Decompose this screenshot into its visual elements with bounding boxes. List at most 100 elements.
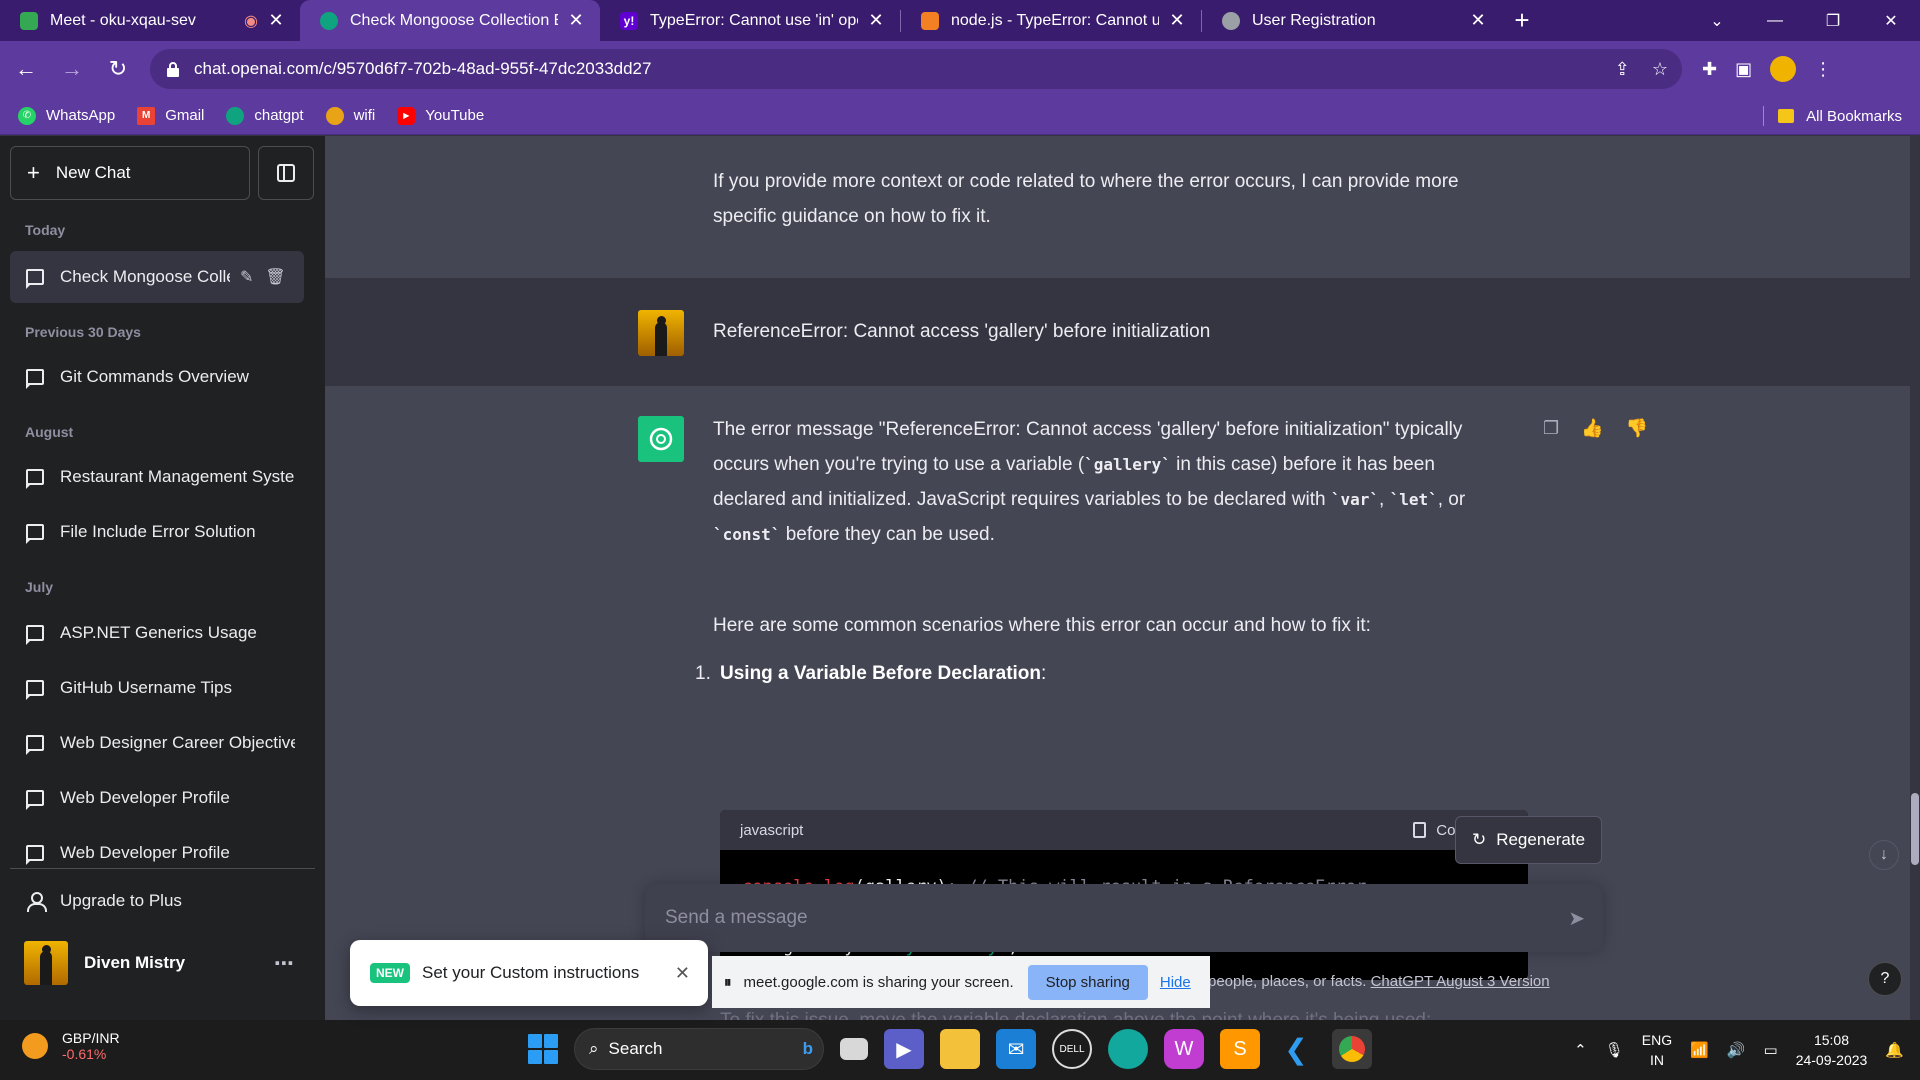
account-menu-button[interactable]: Diven Mistry ⋯ xyxy=(10,932,304,994)
stock-widget[interactable]: GBP/INR -0.61% xyxy=(22,1030,120,1062)
message-input[interactable]: Send a message ➤ xyxy=(645,884,1603,952)
bookmark-gmail[interactable]: M Gmail xyxy=(137,106,204,125)
close-icon[interactable]: ✕ xyxy=(1167,10,1187,31)
tab-title: Meet - oku-xqau-sev xyxy=(50,11,196,29)
sidebar-item-file-include[interactable]: File Include Error Solution xyxy=(10,506,304,558)
sidebar-item-label: ASP.NET Generics Usage xyxy=(60,623,257,642)
bookmark-chatgpt[interactable]: chatgpt xyxy=(226,106,304,125)
mail-icon[interactable]: ✉ xyxy=(996,1029,1036,1069)
version-link[interactable]: ChatGPT August 3 Version xyxy=(1371,973,1550,990)
task-view-icon[interactable] xyxy=(840,1038,868,1060)
windows-start-icon[interactable] xyxy=(528,1034,558,1064)
microphone-icon[interactable]: 🎙 xyxy=(1605,1041,1624,1059)
vscode-icon[interactable]: ❮ xyxy=(1276,1029,1316,1069)
bookmark-youtube[interactable]: ▶ YouTube xyxy=(397,106,484,125)
close-icon[interactable]: ✕ xyxy=(1468,10,1488,31)
close-icon[interactable]: ✕ xyxy=(266,10,286,31)
drag-handle-icon[interactable]: ⏸ xyxy=(724,974,732,991)
clock[interactable]: 15:08 24-09-2023 xyxy=(1796,1030,1868,1070)
sidebar-item-git-commands[interactable]: Git Commands Overview xyxy=(10,351,304,403)
scrollbar-thumb[interactable] xyxy=(1911,793,1919,865)
more-options-icon[interactable]: ⋯ xyxy=(274,951,294,976)
sidebar-item-web-developer-1[interactable]: Web Developer Profile xyxy=(10,772,304,824)
sidebar-item-check-mongoose[interactable]: Check Mongoose Collection Exists ✎ 🗑 xyxy=(10,251,304,303)
side-panel-icon[interactable]: ▣ xyxy=(1735,59,1752,80)
stop-sharing-button[interactable]: Stop sharing xyxy=(1027,964,1148,1000)
answer-paragraph-1: The error message "ReferenceError: Canno… xyxy=(713,412,1503,552)
thumbs-up-icon[interactable]: 👍 xyxy=(1581,418,1603,439)
chrome-icon[interactable] xyxy=(1332,1029,1372,1069)
scroll-down-button[interactable]: ↓ xyxy=(1869,840,1899,870)
bookmark-whatsapp[interactable]: ✆ WhatsApp xyxy=(18,106,115,125)
file-explorer-icon[interactable] xyxy=(940,1029,980,1069)
menu-kebab-icon[interactable]: ⋮ xyxy=(1814,59,1832,80)
close-icon[interactable]: ✕ xyxy=(866,10,886,31)
inline-code: `let` xyxy=(1389,490,1438,509)
battery-icon[interactable]: ▭ xyxy=(1764,1041,1778,1059)
tab-meet[interactable]: Meet - oku-xqau-sev ◉ ✕ xyxy=(0,0,300,41)
dell-icon[interactable]: DELL xyxy=(1052,1029,1092,1069)
forward-icon[interactable]: → xyxy=(52,49,92,89)
regenerate-button[interactable]: ↻ Regenerate xyxy=(1455,816,1602,864)
chatgpt-logo-icon xyxy=(638,416,684,462)
tab-stackoverflow[interactable]: node.js - TypeError: Cannot use 'i ✕ xyxy=(901,0,1201,41)
extensions-icon[interactable]: ✚ xyxy=(1702,59,1717,80)
folder-icon xyxy=(1778,109,1795,123)
thumbs-down-icon[interactable]: 👎 xyxy=(1626,418,1648,439)
group-label-august: August xyxy=(25,424,74,440)
new-badge: NEW xyxy=(370,963,410,983)
tab-search-icon[interactable]: ⌄ xyxy=(1688,0,1746,41)
trash-icon[interactable]: 🗑 xyxy=(265,267,285,287)
tab-title: TypeError: Cannot use 'in' operat xyxy=(650,11,858,29)
notifications-icon[interactable]: 🔔 xyxy=(1885,1041,1904,1059)
inline-code: `var` xyxy=(1330,490,1380,509)
window-close-icon[interactable]: ✕ xyxy=(1862,0,1920,41)
help-button[interactable]: ? xyxy=(1868,962,1902,996)
edit-pencil-icon[interactable]: ✎ xyxy=(240,267,253,287)
copy-clipboard-icon[interactable]: ❐ xyxy=(1543,418,1559,439)
custom-instructions-toast[interactable]: NEW Set your Custom instructions ✕ xyxy=(350,940,708,1006)
code-language: javascript xyxy=(740,821,804,839)
app-w-icon[interactable]: W xyxy=(1164,1029,1204,1069)
search-label: Search xyxy=(608,1039,663,1058)
edge-icon[interactable] xyxy=(1108,1029,1148,1069)
reload-icon[interactable]: ↻ xyxy=(98,49,138,89)
toggle-sidebar-button[interactable] xyxy=(258,146,314,200)
tab-user-registration[interactable]: User Registration ✕ xyxy=(1202,0,1502,41)
bookmark-wifi[interactable]: wifi xyxy=(325,106,375,125)
profile-avatar[interactable] xyxy=(1770,56,1797,82)
volume-icon[interactable]: 🔊 xyxy=(1727,1041,1746,1059)
new-chat-button[interactable]: + New Chat xyxy=(10,146,250,200)
all-bookmarks[interactable]: All Bookmarks xyxy=(1763,97,1902,135)
tab-yahoo[interactable]: y! TypeError: Cannot use 'in' operat ✕ xyxy=(600,0,900,41)
wifi-icon[interactable]: 📶 xyxy=(1690,1041,1709,1059)
sublime-text-icon[interactable]: S xyxy=(1220,1029,1260,1069)
restore-icon[interactable]: ❐ xyxy=(1804,0,1862,41)
close-icon[interactable]: ✕ xyxy=(675,963,690,984)
sidebar-item-restaurant[interactable]: Restaurant Management System xyxy=(10,451,304,503)
address-input[interactable]: chat.openai.com/c/9570d6f7-702b-48ad-955… xyxy=(150,49,1682,89)
sidebar-item-github-username[interactable]: GitHub Username Tips xyxy=(10,662,304,714)
scrollbar[interactable] xyxy=(1910,136,1920,1020)
hide-link[interactable]: Hide xyxy=(1160,974,1191,991)
send-icon[interactable]: ➤ xyxy=(1568,906,1585,931)
group-label-july: July xyxy=(25,579,54,595)
language-indicator[interactable]: ENG IN xyxy=(1642,1030,1672,1070)
currency-icon xyxy=(22,1033,48,1059)
taskbar-search[interactable]: ⌕ Search b xyxy=(574,1028,824,1070)
close-icon[interactable]: ✕ xyxy=(566,10,586,31)
bookmark-star-icon[interactable]: ☆ xyxy=(1652,59,1668,80)
upgrade-to-plus-button[interactable]: Upgrade to Plus xyxy=(10,876,304,926)
share-icon[interactable]: ⇪ xyxy=(1615,59,1630,80)
sidebar-item-aspnet[interactable]: ASP.NET Generics Usage xyxy=(10,607,304,659)
sidebar-item-web-developer-2[interactable]: Web Developer Profile xyxy=(10,827,304,879)
sidebar-item-web-designer[interactable]: Web Designer Career Objective xyxy=(10,717,304,769)
minimize-icon[interactable]: — xyxy=(1746,0,1804,41)
back-icon[interactable]: ← xyxy=(6,49,46,89)
sidebar-item-label: Restaurant Management System xyxy=(60,467,295,486)
chevron-up-icon[interactable]: ⌃ xyxy=(1574,1041,1587,1059)
new-tab-button[interactable]: + xyxy=(1502,0,1542,41)
tab-chatgpt[interactable]: Check Mongoose Collection Exist ✕ xyxy=(300,0,600,41)
teams-icon[interactable]: ▶ xyxy=(884,1029,924,1069)
youtube-icon: ▶ xyxy=(397,106,416,125)
